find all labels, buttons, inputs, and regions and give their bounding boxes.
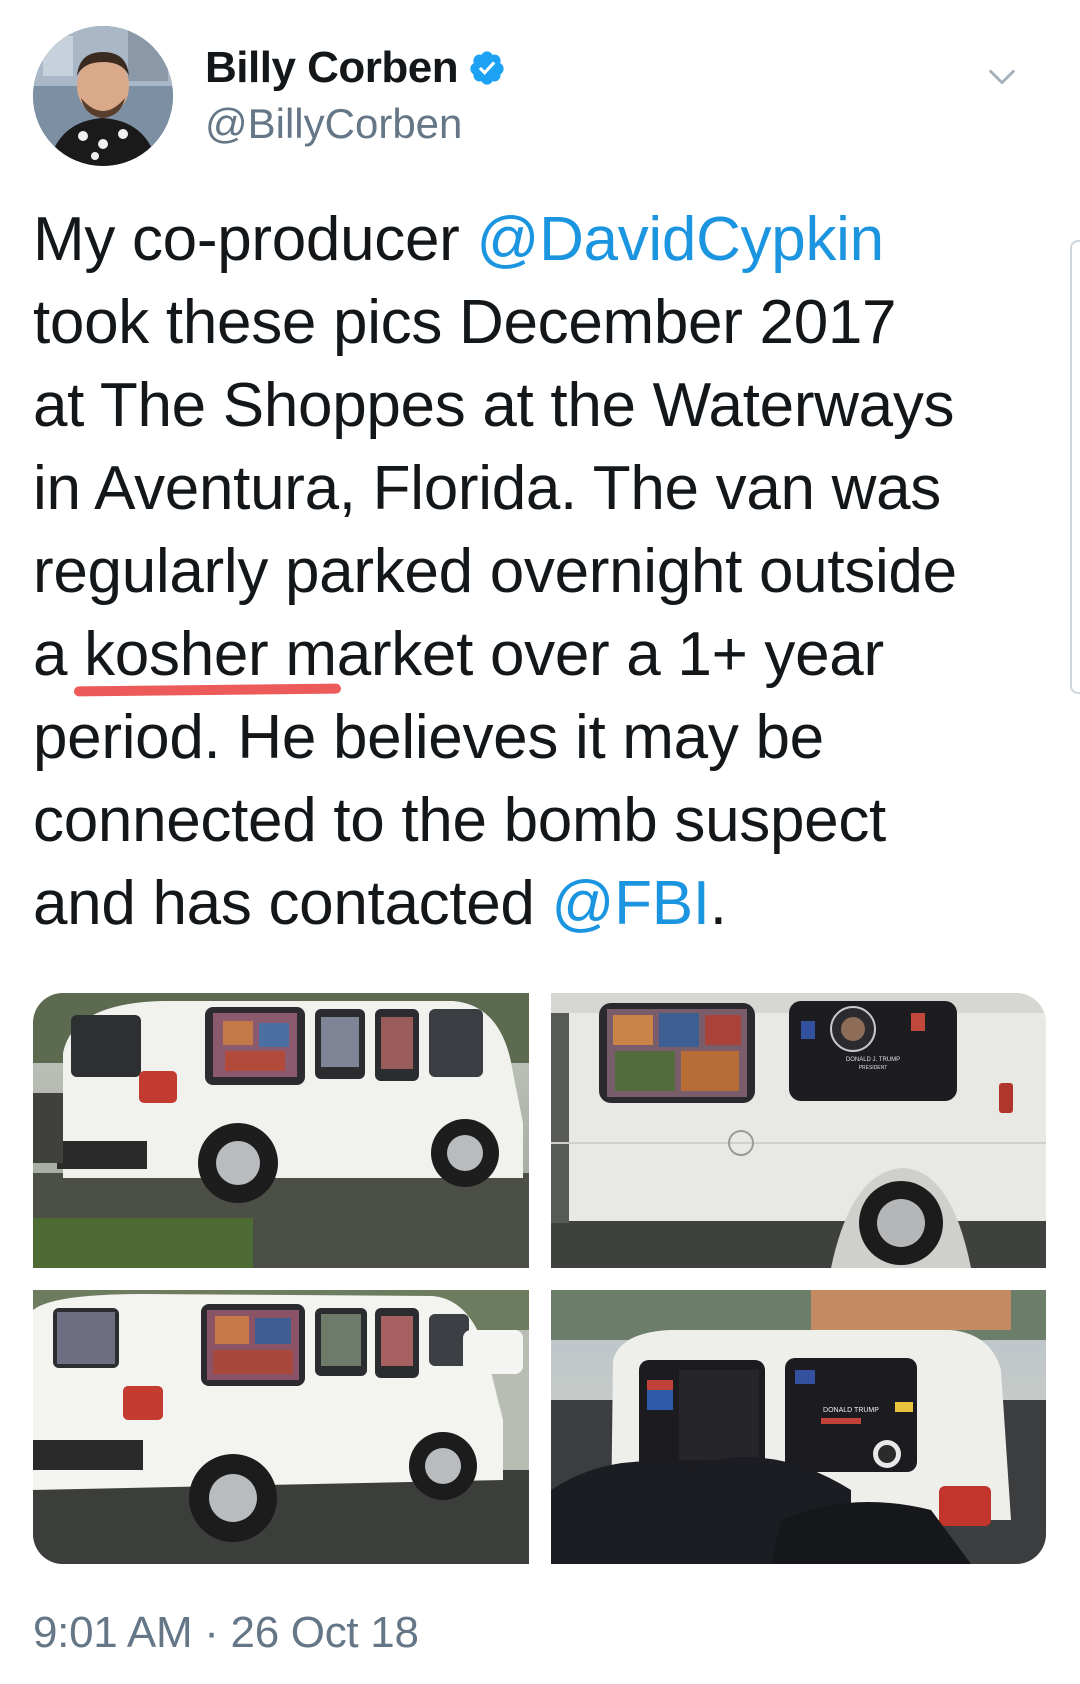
tweet-timestamp[interactable]: 9:01 AM · 26 Oct 18 [33, 1608, 419, 1658]
tweet-text-segment: arket over a 1+ year [336, 620, 884, 689]
mention-link-fbi[interactable]: @FBI [552, 869, 711, 938]
tweet-text-segment: My co-producer [33, 205, 477, 274]
author-handle[interactable]: @BillyCorben [205, 100, 506, 148]
chevron-down-icon[interactable] [985, 60, 1019, 94]
underlined-phrase: kosher m [74, 613, 341, 697]
display-name-row: Billy Corben [205, 40, 506, 96]
media-grid: DONALD J. TRUMP PRESIDENT DONALD TRUMP [33, 993, 1046, 1564]
tweet-line: in Aventura, Florida. The van was [33, 454, 941, 523]
author-display-name[interactable]: Billy Corben [205, 43, 459, 93]
sticker-text: PRESIDENT [859, 1065, 888, 1071]
tweet-line: period. He believes it may be [33, 703, 824, 772]
photo-van-side-2[interactable] [33, 1290, 529, 1564]
tweet-line: regularly parked overnight outside [33, 537, 957, 606]
tweet-line: at The Shoppes at the Waterways [33, 371, 955, 440]
author-avatar[interactable] [33, 26, 173, 166]
tweet-line: a kosher m arket over a 1+ year [33, 613, 1043, 697]
sticker-text: DONALD TRUMP [823, 1407, 879, 1414]
tweet-text-segment: and has contacted [33, 869, 552, 938]
tweet-line: connected to the bomb suspect [33, 786, 886, 855]
mention-link-davidcypkin[interactable]: @DavidCypkin [476, 205, 884, 274]
red-underline-annotation [74, 683, 341, 697]
tweet-line: My co-producer @DavidCypkin [33, 198, 1043, 281]
sticker-text: DONALD J. TRUMP [846, 1057, 900, 1063]
tweet-line: and has contacted @FBI. [33, 862, 1043, 945]
tweet-text-segment: a [33, 620, 85, 689]
tweet-header: Billy Corben @BillyCorben [33, 26, 1043, 176]
photo-van-side-1[interactable] [33, 993, 529, 1268]
photo-van-side-closeup[interactable]: DONALD J. TRUMP PRESIDENT [551, 993, 1046, 1268]
photo-van-rear[interactable]: DONALD TRUMP [551, 1290, 1046, 1564]
verified-badge-icon [470, 51, 504, 85]
underlined-text: kosher m [84, 620, 337, 689]
tweet-body: My co-producer @DavidCypkin took these p… [33, 198, 1043, 945]
author-name-block: Billy Corben @BillyCorben [205, 40, 506, 148]
tweet-line: took these pics December 2017 [33, 288, 897, 357]
scrollbar[interactable] [1070, 240, 1080, 694]
tweet-text-segment: . [709, 869, 727, 938]
